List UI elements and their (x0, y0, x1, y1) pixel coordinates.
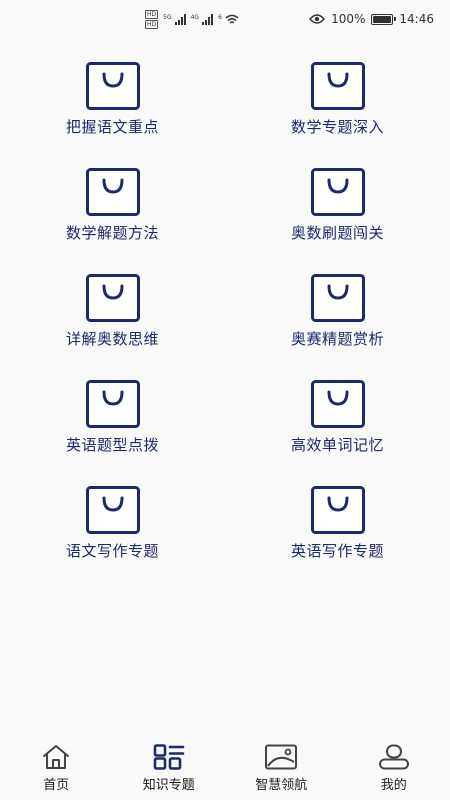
shopping-bag-icon (310, 380, 365, 428)
nav-mine-label: 我的 (380, 778, 407, 793)
topic-label: 英语写作专题 (290, 542, 384, 560)
topic-item[interactable]: 数学解题方法 (0, 168, 225, 274)
network-type-2: 4G (190, 13, 200, 21)
topic-grid: 把握语文重点 数学专题深入 数学解题方法 奥数刷题闯关 详解奥数思维 奥赛精题赏… (0, 62, 450, 592)
topic-label: 英语题型点拨 (65, 436, 159, 454)
nav-knowledge-label: 知识专题 (142, 778, 195, 793)
shopping-bag-icon (85, 62, 140, 110)
sim-indicators: HD HD (145, 9, 159, 29)
topic-item[interactable]: 奥数刷题闯关 (225, 168, 450, 274)
clock-time: 14:46 (399, 12, 434, 26)
topic-item[interactable]: 高效单词记忆 (225, 380, 450, 486)
sim1-hd-badge: HD (145, 9, 159, 19)
battery-icon (371, 13, 397, 25)
shopping-bag-icon (310, 62, 365, 110)
topic-item[interactable]: 数学专题深入 (225, 62, 450, 168)
signal-icon-2 (202, 13, 214, 25)
topic-item[interactable]: 奥赛精题赏析 (225, 274, 450, 380)
status-right: 100% 14:46 (309, 12, 434, 26)
nav-guide-label: 智慧领航 (255, 778, 308, 793)
topic-item[interactable]: 详解奥数思维 (0, 274, 225, 380)
shopping-bag-icon (85, 380, 140, 428)
nav-knowledge[interactable]: 知识专题 (113, 738, 226, 800)
topic-item[interactable]: 把握语文重点 (0, 62, 225, 168)
nav-mine[interactable]: 我的 (338, 738, 450, 800)
signal-icon-1 (174, 13, 186, 25)
topic-label: 奥数刷题闯关 (290, 224, 384, 242)
status-left: HD HD 5G 4G 6 (145, 9, 239, 29)
shopping-bag-icon (85, 274, 140, 322)
battery-percent: 100% (331, 12, 366, 26)
sim2-hd-badge: HD (145, 19, 159, 29)
shopping-bag-icon (310, 486, 365, 534)
battery-fill (373, 15, 392, 23)
status-bar: HD HD 5G 4G 6 100% 14:46 (0, 0, 450, 38)
profile-icon (378, 744, 409, 770)
grid-icon (153, 744, 185, 770)
topic-label: 奥赛精题赏析 (290, 330, 384, 348)
image-icon (265, 744, 298, 770)
shopping-bag-icon (310, 168, 365, 216)
bottom-nav: 首页 知识专题 智慧领航 我的 (0, 738, 450, 800)
topic-item[interactable]: 英语题型点拨 (0, 380, 225, 486)
topic-label: 数学专题深入 (290, 118, 384, 136)
wifi-number: 6 (218, 13, 222, 21)
nav-home[interactable]: 首页 (0, 738, 113, 800)
topic-label: 详解奥数思维 (65, 330, 159, 348)
topic-label: 高效单词记忆 (290, 436, 384, 454)
wifi-icon (225, 14, 239, 24)
shopping-bag-icon (85, 168, 140, 216)
shopping-bag-icon (310, 274, 365, 322)
shopping-bag-icon (85, 486, 140, 534)
nav-guide[interactable]: 智慧领航 (225, 738, 338, 800)
topic-label: 把握语文重点 (65, 118, 159, 136)
home-icon (43, 745, 70, 769)
topic-item[interactable]: 语文写作专题 (0, 486, 225, 592)
network-type-1: 5G (163, 13, 172, 21)
topic-item[interactable]: 英语写作专题 (225, 486, 450, 592)
eye-icon (309, 14, 326, 24)
nav-home-label: 首页 (43, 778, 70, 793)
topic-label: 数学解题方法 (65, 224, 159, 242)
topic-label: 语文写作专题 (65, 542, 159, 560)
